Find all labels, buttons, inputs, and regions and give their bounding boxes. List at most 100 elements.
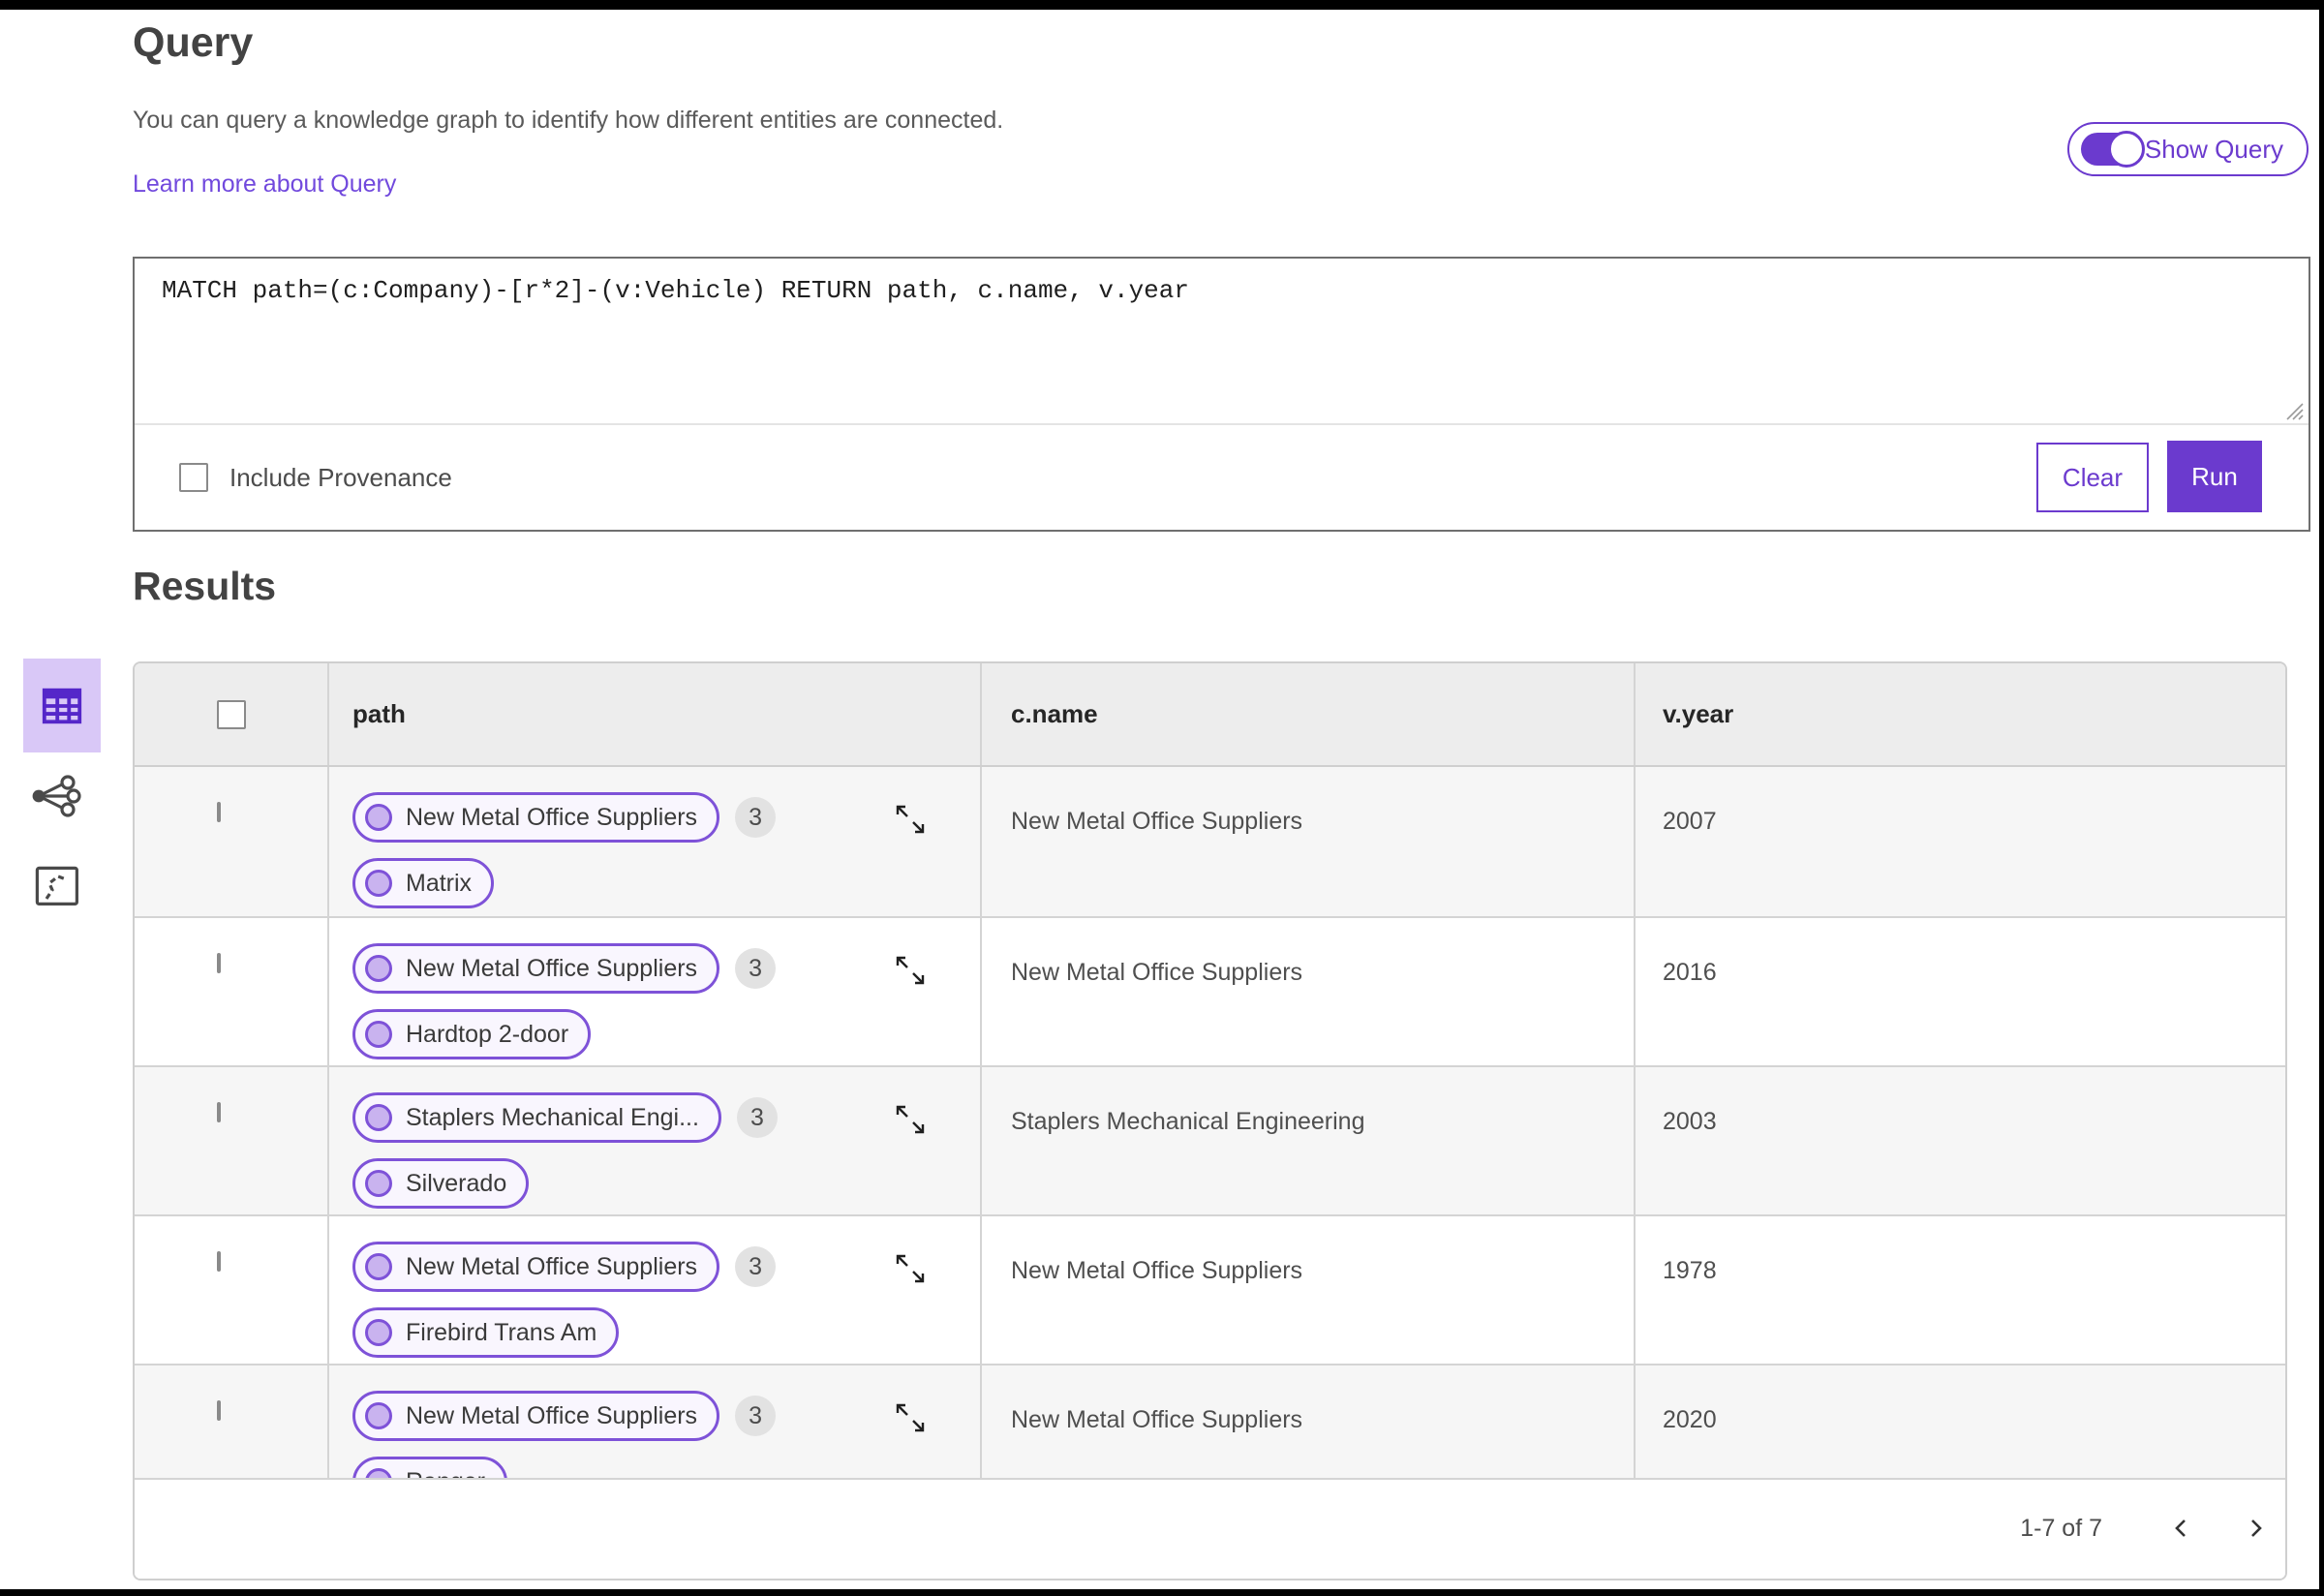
column-header-path: path — [327, 663, 980, 765]
path-line-1: New Metal Office Suppliers 3 — [352, 1391, 980, 1441]
vyear-cell: 2016 — [1634, 918, 2285, 1065]
entity-pill[interactable]: New Metal Office Suppliers — [352, 1391, 720, 1441]
row-checkbox-cell — [135, 1366, 327, 1478]
row-checkbox[interactable] — [217, 1400, 221, 1421]
learn-more-link[interactable]: Learn more about Query — [133, 170, 396, 199]
entity-pill[interactable]: Hardtop 2-door — [352, 1009, 592, 1059]
entity-node-icon — [365, 1319, 392, 1346]
entity-node-icon — [365, 1402, 392, 1429]
entity-pill[interactable]: New Metal Office Suppliers — [352, 943, 720, 994]
table-row: New Metal Office Suppliers3RangerNew Met… — [135, 1364, 2285, 1478]
toggle-switch-icon[interactable] — [2080, 131, 2145, 168]
cname-cell: New Metal Office Suppliers — [980, 1216, 1634, 1364]
row-checkbox-cell — [135, 1216, 327, 1364]
row-checkbox[interactable] — [217, 1251, 221, 1272]
entity-pill-label: Silverado — [406, 1169, 507, 1197]
include-provenance-label[interactable]: Include Provenance — [229, 463, 452, 493]
entity-pill-label: Hardtop 2-door — [406, 1020, 569, 1048]
cname-cell: Staplers Mechanical Engineering — [980, 1067, 1634, 1214]
cname-cell: New Metal Office Suppliers — [980, 1366, 1634, 1478]
row-checkbox-cell — [135, 918, 327, 1065]
window-frame-bottom — [0, 1589, 2324, 1596]
chevron-left-icon — [2175, 1519, 2186, 1537]
entity-node-icon — [365, 1104, 392, 1131]
clear-button[interactable]: Clear — [2036, 443, 2149, 512]
toggle-knob — [2107, 131, 2145, 168]
table-footer: 1-7 of 7 — [135, 1478, 2285, 1579]
vyear-cell: 2003 — [1634, 1067, 2285, 1214]
pagination-prev-button[interactable] — [2160, 1507, 2203, 1550]
window-frame-top — [0, 0, 2324, 10]
table-row: New Metal Office Suppliers 3 Matrix New Met… — [135, 767, 2285, 916]
entity-pill-label: New Metal Office Suppliers — [406, 954, 698, 982]
table-row: New Metal Office Suppliers 3 Hardtop 2-doo… — [135, 916, 2285, 1065]
path-count-badge: 3 — [735, 948, 777, 989]
query-input[interactable]: MATCH path=(c:Company)-[r*2]-(v:Vehicle)… — [135, 259, 2309, 423]
resize-handle-icon[interactable] — [2283, 400, 2305, 421]
results-table: path c.name v.year New Metal Office Supp… — [133, 661, 2287, 1581]
select-all-checkbox[interactable] — [217, 699, 246, 729]
expand-path-icon[interactable] — [891, 1396, 930, 1441]
entity-node-icon — [365, 955, 392, 982]
path-cell: Staplers Mechanical Engi... 3 Silverado — [327, 1067, 980, 1214]
table-icon — [42, 688, 82, 723]
path-count-badge: 3 — [735, 1396, 777, 1436]
window-frame-right — [2319, 0, 2324, 1596]
pagination-range-label: 1-7 of 7 — [2020, 1515, 2102, 1542]
view-switcher-map[interactable] — [33, 866, 81, 906]
vyear-cell: 2007 — [1634, 767, 2285, 916]
row-checkbox[interactable] — [217, 953, 221, 973]
path-line-2: Silverado — [352, 1158, 980, 1209]
entity-pill[interactable]: New Metal Office Suppliers — [352, 792, 720, 843]
include-provenance-checkbox[interactable] — [179, 463, 208, 492]
expand-path-icon[interactable] — [891, 1098, 930, 1143]
row-checkbox[interactable] — [217, 802, 221, 822]
show-query-label: Show Query — [2144, 134, 2283, 164]
entity-node-icon — [365, 1253, 392, 1280]
path-cell: New Metal Office Suppliers 3 Ranger — [327, 1366, 980, 1478]
editor-footer: Include Provenance — [135, 425, 2309, 530]
entity-pill[interactable]: Matrix — [352, 858, 495, 908]
expand-path-icon[interactable] — [891, 949, 930, 994]
entity-node-icon — [365, 1021, 392, 1048]
entity-pill-label: New Metal Office Suppliers — [406, 803, 698, 831]
entity-pill[interactable]: Firebird Trans Am — [352, 1307, 620, 1358]
entity-pill[interactable]: Ranger — [352, 1457, 507, 1478]
entity-pill-label: New Metal Office Suppliers — [406, 1252, 698, 1280]
graph-icon — [32, 775, 81, 817]
page-description: You can query a knowledge graph to ident… — [133, 107, 1004, 134]
entity-pill-label: Firebird Trans Am — [406, 1318, 597, 1346]
expand-path-icon[interactable] — [891, 1247, 930, 1292]
show-query-toggle[interactable]: Show Query — [2066, 122, 2309, 176]
entity-pill[interactable]: Silverado — [352, 1158, 530, 1209]
entity-pill-label: Matrix — [406, 869, 473, 897]
path-line-1: New Metal Office Suppliers 3 — [352, 943, 980, 994]
map-icon — [35, 866, 79, 906]
path-line-1: Staplers Mechanical Engi... 3 — [352, 1092, 980, 1143]
entity-pill-label: Staplers Mechanical Engi... — [406, 1103, 699, 1131]
table-row: Staplers Mechanical Engi... 3 Silverado Sta… — [135, 1065, 2285, 1214]
path-count-badge: 3 — [736, 1097, 778, 1138]
pagination-next-button[interactable] — [2234, 1507, 2277, 1550]
table-header: path c.name v.year — [135, 663, 2285, 767]
expand-path-icon[interactable] — [891, 798, 930, 843]
cname-cell: New Metal Office Suppliers — [980, 767, 1634, 916]
table-body: New Metal Office Suppliers 3 Matrix New Met… — [135, 767, 2285, 1478]
run-button[interactable]: Run — [2167, 441, 2262, 512]
path-line-1: New Metal Office Suppliers 3 — [352, 792, 980, 843]
path-cell: New Metal Office Suppliers 3 Matrix — [327, 767, 980, 916]
path-line-1: New Metal Office Suppliers 3 — [352, 1242, 980, 1292]
path-line-2: Matrix — [352, 858, 980, 908]
row-checkbox[interactable] — [217, 1102, 221, 1122]
query-editor: MATCH path=(c:Company)-[r*2]-(v:Vehicle)… — [133, 257, 2310, 532]
path-line-2: Firebird Trans Am — [352, 1307, 980, 1358]
entity-pill[interactable]: New Metal Office Suppliers — [352, 1242, 720, 1292]
row-checkbox-cell — [135, 1067, 327, 1214]
path-line-2: Ranger — [352, 1457, 980, 1478]
view-switcher-table[interactable] — [23, 659, 101, 752]
entity-pill[interactable]: Staplers Mechanical Engi... — [352, 1092, 721, 1143]
entity-node-icon — [365, 804, 392, 831]
path-count-badge: 3 — [735, 797, 777, 838]
entity-node-icon — [365, 1468, 392, 1478]
view-switcher-graph[interactable] — [27, 775, 83, 817]
